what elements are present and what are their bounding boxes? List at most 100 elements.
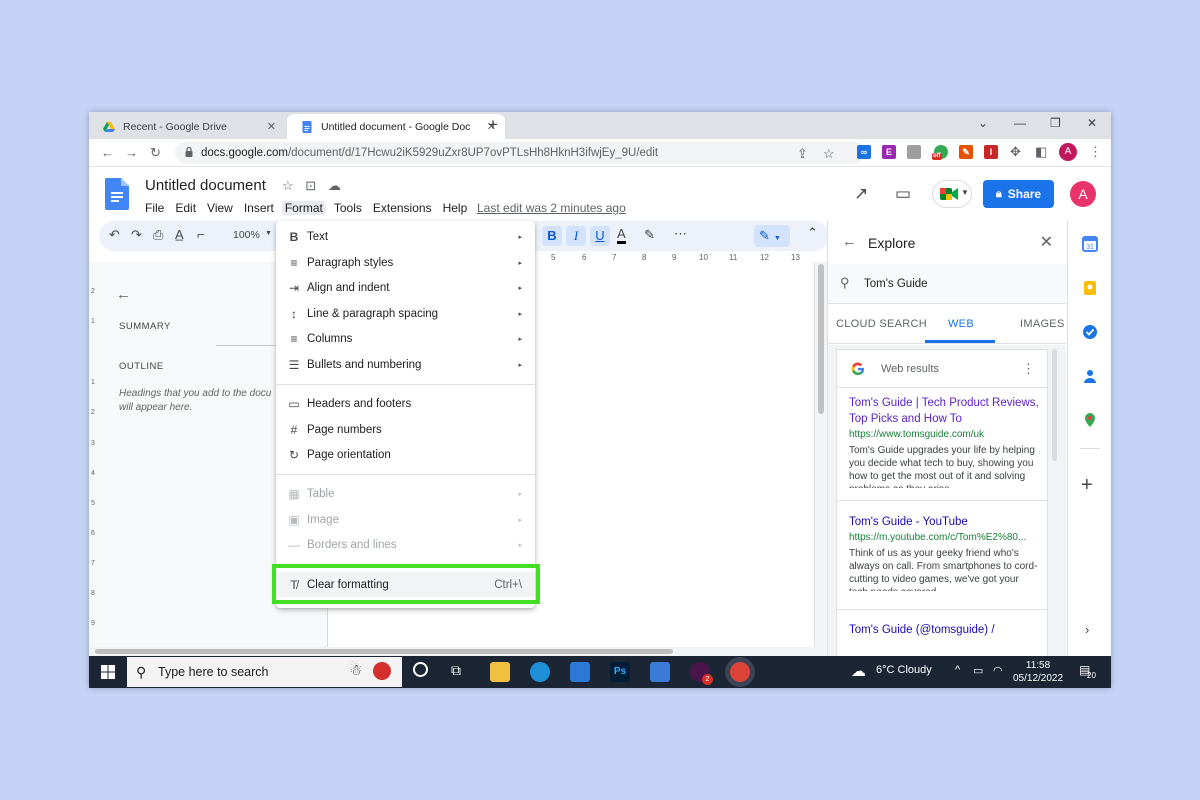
text-color-button[interactable]: A — [617, 227, 626, 244]
bold-button[interactable]: B — [542, 226, 562, 246]
spellcheck-icon[interactable]: A̲ — [175, 227, 184, 242]
menu-item-line-spacing[interactable]: ↕ Line & paragraph spacing ▸ — [276, 301, 535, 326]
result-title[interactable]: Tom's Guide - YouTube — [849, 514, 1039, 530]
cloud-status-icon[interactable]: ☁ — [328, 178, 341, 193]
back-icon[interactable]: ← — [101, 145, 114, 160]
menu-item-paragraph-styles[interactable]: ≡ Paragraph styles ▸ — [276, 250, 535, 275]
paint-format-icon[interactable]: ⌐ — [197, 227, 205, 242]
contacts-icon[interactable] — [1082, 368, 1098, 384]
task-view-icon[interactable]: ⧉ — [451, 662, 461, 679]
menu-help[interactable]: Help — [443, 201, 468, 215]
caret-down-icon[interactable]: ▼ — [265, 230, 272, 237]
close-window-icon[interactable]: ✕ — [1087, 116, 1097, 130]
undo-icon[interactable]: ↶ — [109, 227, 120, 243]
menu-item-page-orientation[interactable]: ↻ Page orientation — [276, 442, 535, 467]
chrome-icon[interactable] — [730, 662, 750, 682]
vertical-scrollbar[interactable] — [816, 262, 827, 657]
microsoft-store-icon[interactable] — [650, 662, 670, 682]
add-addon-icon[interactable]: + — [1081, 474, 1093, 497]
cortana-icon[interactable] — [413, 662, 428, 677]
menu-tools[interactable]: Tools — [334, 201, 362, 215]
share-page-icon[interactable]: ⇪ — [797, 146, 808, 162]
edge-icon[interactable] — [530, 662, 550, 682]
redo-icon[interactable]: ↷ — [131, 227, 142, 243]
menu-item-bullets-numbering[interactable]: ☰ Bullets and numbering ▸ — [276, 352, 535, 377]
address-bar[interactable]: docs.google.com/document/d/17Hcwu2iK5929… — [175, 142, 865, 164]
restore-icon[interactable]: ❐ — [1050, 116, 1061, 130]
menu-edit[interactable]: Edit — [175, 201, 196, 215]
menu-item-columns[interactable]: ≡ Columns ▸ — [276, 326, 535, 351]
editing-mode-button[interactable]: ✎ ▼ — [754, 225, 790, 247]
menu-insert[interactable]: Insert — [244, 201, 274, 215]
highlight-pen-icon[interactable]: ✎ — [644, 227, 655, 243]
calendar-icon[interactable]: 31 — [1082, 236, 1098, 252]
search-result[interactable]: Tom's Guide - YouTube https://m.youtube.… — [849, 514, 1039, 591]
meet-button[interactable]: ▼ — [932, 180, 972, 208]
underline-button[interactable]: U — [590, 226, 610, 246]
italic-button[interactable]: I — [566, 226, 586, 246]
menu-file[interactable]: File — [145, 201, 164, 215]
tab-images[interactable]: IMAGES — [1020, 318, 1065, 330]
menu-item-page-numbers[interactable]: # Page numbers — [276, 417, 535, 442]
bookmark-star-icon[interactable]: ☆ — [823, 146, 835, 162]
menu-view[interactable]: View — [207, 201, 233, 215]
kebab-menu-icon[interactable]: ⋮ — [1089, 144, 1102, 160]
comments-icon[interactable]: ▭ — [895, 184, 911, 204]
wifi-icon[interactable]: ◠ — [993, 664, 1003, 677]
scrollbar-thumb[interactable] — [95, 649, 673, 654]
result-title[interactable]: Tom's Guide (@tomsguide) / — [849, 622, 1039, 638]
tab-web[interactable]: WEB — [948, 318, 974, 330]
menu-extensions[interactable]: Extensions — [373, 201, 432, 215]
windows-start-icon[interactable] — [101, 665, 115, 679]
extension-red-icon[interactable]: I — [984, 145, 998, 159]
star-icon[interactable]: ☆ — [282, 178, 294, 193]
explore-search-input[interactable]: ⚲ Tom's Guide — [828, 264, 1066, 304]
document-title[interactable]: Untitled document — [145, 177, 266, 194]
kebab-menu-icon[interactable]: ⋮ — [1022, 361, 1035, 377]
scrollbar-thumb[interactable] — [1052, 349, 1057, 461]
menu-format[interactable]: Format — [281, 201, 326, 215]
print-icon[interactable]: ⎙ — [153, 227, 163, 243]
activity-trend-icon[interactable]: ↗ — [854, 184, 868, 204]
slack-icon[interactable]: 2 — [690, 662, 713, 685]
result-title[interactable]: Tom's Guide | Tech Product Reviews, Top … — [849, 395, 1039, 427]
menu-item-text[interactable]: B Text ▸ — [276, 224, 535, 249]
extension-grammar-icon[interactable]: off — [932, 145, 948, 160]
menu-item-headers-footers[interactable]: ▭ Headers and footers — [276, 391, 535, 416]
file-explorer-icon[interactable] — [490, 662, 510, 682]
taskbar-search-input[interactable]: ⚲ Type here to search ☃ — [127, 657, 402, 687]
search-result[interactable]: Tom's Guide (@tomsguide) / — [849, 622, 1039, 638]
weather-text[interactable]: 6°C Cloudy — [876, 664, 932, 676]
extension-link-icon[interactable]: ∞ — [857, 145, 871, 159]
clock[interactable]: 11:58 05/12/2022 — [1013, 659, 1063, 685]
tab-google-drive[interactable]: Recent - Google Drive ✕ — [89, 114, 285, 139]
move-folder-icon[interactable]: ⊡ — [305, 178, 316, 193]
keep-icon[interactable] — [1082, 280, 1098, 296]
close-icon[interactable]: ✕ — [1040, 232, 1053, 252]
back-arrow-icon[interactable]: ← — [116, 286, 131, 303]
new-tab-button[interactable]: + — [488, 115, 498, 135]
mail-icon[interactable] — [570, 662, 590, 682]
forward-icon[interactable]: → — [125, 145, 138, 160]
share-button[interactable]: 🔒︎ Share — [983, 180, 1054, 208]
chevron-right-icon[interactable]: › — [1085, 622, 1089, 637]
search-result[interactable]: Tom's Guide | Tech Product Reviews, Top … — [849, 395, 1039, 488]
tasks-icon[interactable] — [1082, 324, 1098, 340]
extension-orange-icon[interactable]: ✎ — [959, 145, 973, 159]
extension-gray-icon[interactable] — [907, 145, 921, 159]
profile-avatar[interactable]: A — [1059, 143, 1077, 161]
chevron-down-icon[interactable]: ⌄ — [978, 116, 988, 130]
account-avatar[interactable]: A — [1070, 181, 1096, 207]
minimize-icon[interactable]: — — [1014, 116, 1026, 130]
extension-e-icon[interactable]: E — [882, 145, 896, 159]
side-panel-icon[interactable]: ◧ — [1035, 144, 1047, 160]
last-edit-link[interactable]: Last edit was 2 minutes ago — [477, 201, 626, 215]
reload-icon[interactable]: ↻ — [150, 145, 161, 161]
battery-icon[interactable]: ▭ — [973, 664, 983, 677]
maps-icon[interactable] — [1082, 412, 1098, 428]
back-arrow-icon[interactable]: ← — [842, 233, 857, 250]
weather-cloud-icon[interactable]: ☁ — [851, 662, 866, 680]
photoshop-icon[interactable]: Ps — [610, 662, 630, 682]
extensions-puzzle-icon[interactable]: ✥ — [1010, 144, 1021, 160]
zoom-select[interactable]: 100% — [233, 229, 260, 241]
